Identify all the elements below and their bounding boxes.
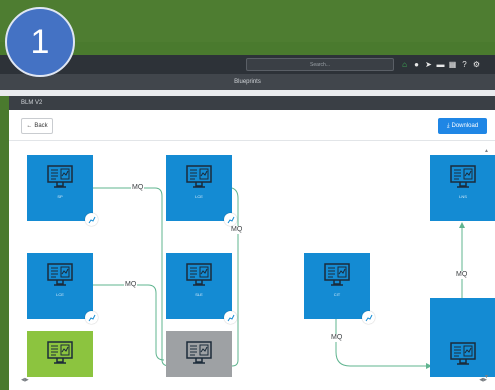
node-label: SP [57,194,63,199]
circle-icon[interactable]: ● [412,60,421,69]
section-title: Blueprints [0,74,495,90]
scroll-left-icon[interactable]: ◀▶ [21,377,29,383]
connection-label: MQ [230,226,244,234]
home-icon[interactable]: ⌂ [400,60,409,69]
horizontal-scrollbar[interactable]: ◀▶ ◀▶ [21,377,487,384]
arrow-left-icon: ← [26,123,33,129]
chart-icon[interactable] [362,311,375,324]
monitor-icon [47,165,73,188]
connection-label: MQ [330,334,344,342]
chart-icon[interactable] [224,311,237,324]
step-number: 1 [30,22,50,61]
chart-icon[interactable] [85,311,98,324]
rocket-icon[interactable]: ➤ [424,60,433,69]
service-node[interactable]: SLE [166,253,237,324]
service-node[interactable]: LCE [27,253,98,324]
top-icon-group: ⌂ ● ➤ ▬ ▦ ? ⚙ [400,58,481,71]
service-node[interactable] [166,331,232,377]
service-node[interactable]: SP [27,155,98,226]
monitor-icon [186,165,212,188]
download-button-label: Download [451,123,479,129]
back-button[interactable]: ← Back [21,118,53,134]
search-input[interactable]: Search... [246,58,394,71]
monitor-icon [450,342,476,365]
monitor-icon [186,263,212,286]
vertical-scrollbar[interactable]: ▲ ▼ [484,148,490,380]
service-node[interactable] [27,331,93,377]
monitor-icon [47,263,73,286]
download-button[interactable]: ⤓ Download [438,118,487,134]
monitor-icon [324,263,350,286]
card-icon[interactable]: ▬ [436,60,445,69]
monitor-icon [186,341,212,364]
service-node[interactable]: LCE [166,155,237,226]
panel-title: BLM V2 [9,96,495,110]
download-icon: ⤓ [446,122,450,129]
help-icon[interactable]: ? [460,60,469,69]
service-node[interactable]: CIT [304,253,375,324]
toolbar-divider [9,140,495,141]
node-label: LCE [56,292,64,297]
connection-label: MQ [124,281,138,289]
connection-label: MQ [455,271,469,279]
node-label: LNS [459,194,467,199]
store-icon[interactable]: ▦ [448,60,457,69]
back-button-label: Back [34,123,48,129]
step-number-badge: 1 [5,7,75,77]
chart-icon[interactable] [85,213,98,226]
monitor-icon [47,341,73,364]
chart-icon[interactable] [224,213,237,226]
gear-icon[interactable]: ⚙ [472,60,481,69]
node-label: SLE [195,292,203,297]
monitor-icon [450,165,476,188]
node-label: CIT [333,292,341,297]
node-label: LCE [195,194,203,199]
scroll-right-icon[interactable]: ◀▶ [479,377,487,383]
scroll-up-icon[interactable]: ▲ [484,148,489,154]
connection-label: MQ [131,184,145,192]
